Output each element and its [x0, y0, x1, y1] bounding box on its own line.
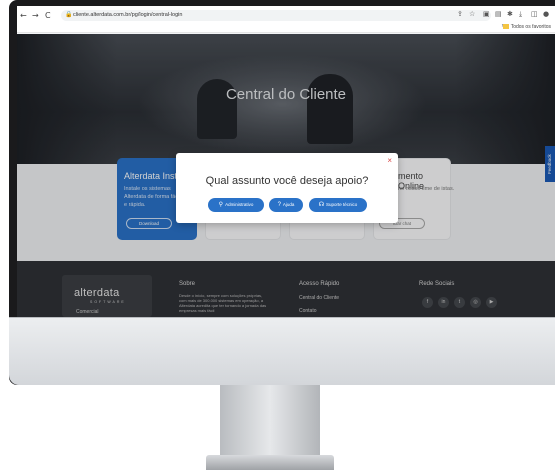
suporte-tecnico-button[interactable]: ☊ Suporte técnico [309, 198, 367, 212]
download-icon[interactable]: ⤓ [519, 10, 522, 19]
folder-icon [502, 24, 509, 30]
monitor-chin [9, 317, 555, 385]
star-icon[interactable]: ☆ [469, 10, 475, 18]
screen: ← → C 🔒 cliente.alterdata.com.br/pg/logi… [17, 6, 555, 317]
bookmarks-folder[interactable]: Todos os favoritos [502, 24, 551, 30]
user-icon: ⚲ [218, 202, 224, 208]
extension-icon-2[interactable]: ▤ [495, 10, 502, 18]
back-button[interactable]: ← [20, 11, 27, 20]
headset-icon: ☊ [318, 202, 325, 208]
button-label: Ajuda [282, 202, 295, 207]
forward-button[interactable]: → [32, 11, 39, 20]
support-modal: × Qual assunto você deseja apoio? ⚲ Admin… [176, 153, 398, 223]
question-icon: ? [277, 202, 281, 208]
administrativo-button[interactable]: ⚲ Administrativo [208, 198, 264, 212]
reload-button[interactable]: C [45, 11, 51, 20]
sidebar-icon[interactable]: ◫ [531, 10, 538, 18]
url-text: cliente.alterdata.com.br/pg/login/centra… [73, 12, 183, 18]
profile-icon[interactable]: ● [543, 10, 549, 18]
lock-icon: 🔒 [65, 12, 73, 18]
puzzle-icon[interactable]: ✱ [507, 10, 513, 18]
address-bar[interactable]: 🔒 cliente.alterdata.com.br/pg/login/cent… [61, 10, 491, 21]
extension-icon[interactable]: ▣ [483, 10, 490, 18]
monitor-stand-base [206, 455, 334, 470]
share-icon[interactable]: ⇪ [457, 10, 463, 18]
button-label: Administrativo [225, 202, 254, 207]
button-label: Suporte técnico [326, 202, 358, 207]
close-icon[interactable]: × [387, 156, 392, 165]
bookmarks-label: Todos os favoritos [510, 24, 551, 30]
ajuda-button[interactable]: ? Ajuda [269, 198, 303, 212]
modal-title: Qual assunto você deseja apoio? [205, 175, 369, 187]
monitor-stand [220, 385, 320, 457]
scene: ← → C 🔒 cliente.alterdata.com.br/pg/logi… [0, 0, 555, 470]
browser-toolbar: ← → C 🔒 cliente.alterdata.com.br/pg/logi… [17, 6, 555, 33]
